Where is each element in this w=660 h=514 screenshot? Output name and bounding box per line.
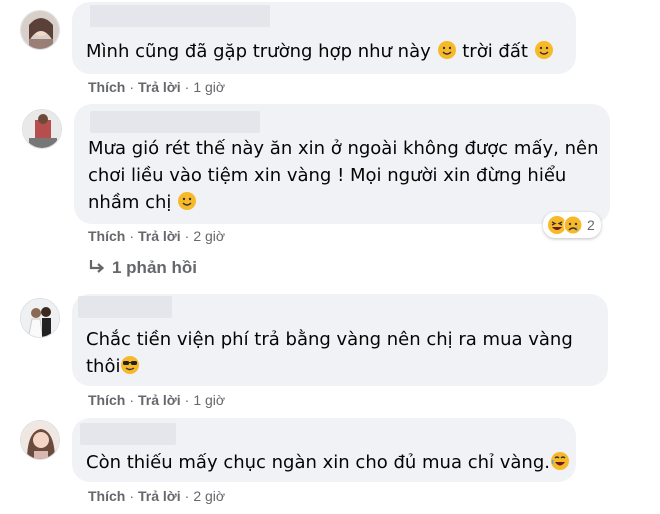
commenter-name-blurred[interactable] (90, 5, 270, 27)
smile-emoji-icon (178, 192, 197, 210)
comment-text: Chắc tiền viện phí trả bằng vàng nên chị… (86, 329, 573, 377)
comment-actions: Thích · Trả lời · 2 giờ (88, 488, 226, 504)
comment-actions: Thích · Trả lời · 1 giờ (88, 79, 226, 95)
avatar[interactable] (20, 298, 60, 338)
sunglasses-emoji-icon (121, 356, 140, 374)
like-button[interactable]: Thích (88, 392, 125, 408)
commenter-name-blurred[interactable] (80, 423, 176, 445)
reply-button[interactable]: Trả lời (138, 488, 181, 504)
reply-arrow-icon (89, 260, 105, 273)
avatar[interactable] (22, 109, 62, 149)
sad-reaction-icon (563, 215, 583, 235)
smile-emoji-icon (534, 41, 553, 59)
like-button[interactable]: Thích (88, 79, 125, 95)
like-button[interactable]: Thích (88, 228, 125, 244)
smile-emoji-icon (437, 41, 456, 59)
timestamp[interactable]: 2 giờ (193, 488, 225, 504)
view-replies-link[interactable]: 1 phản hồi (88, 258, 197, 278)
reaction-count: 2 (587, 217, 595, 233)
timestamp[interactable]: 1 giờ (193, 79, 225, 95)
like-button[interactable]: Thích (88, 488, 125, 504)
reply-button[interactable]: Trả lời (138, 392, 181, 408)
timestamp[interactable]: 2 giờ (193, 228, 225, 244)
reply-button[interactable]: Trả lời (138, 79, 181, 95)
comment-text: Mình cũng đã gặp trường hợp như này trời… (86, 38, 554, 65)
comment-text: Còn thiếu mấy chục ngàn xin cho đủ mua c… (86, 449, 570, 476)
comment-text: Mưa gió rét thế này ăn xin ở ngoài không… (88, 138, 599, 213)
commenter-name-blurred[interactable] (78, 296, 172, 318)
commenter-name-blurred[interactable] (90, 111, 260, 133)
reaction-summary[interactable]: 2 (543, 212, 601, 238)
laughing-emoji-icon (550, 452, 569, 470)
timestamp[interactable]: 1 giờ (193, 392, 225, 408)
comment-actions: Thích · Trả lời · 2 giờ (88, 228, 226, 244)
avatar[interactable] (20, 10, 60, 50)
avatar[interactable] (20, 420, 60, 460)
comment-actions: Thích · Trả lời · 1 giờ (88, 392, 226, 408)
reply-button[interactable]: Trả lời (138, 228, 181, 244)
